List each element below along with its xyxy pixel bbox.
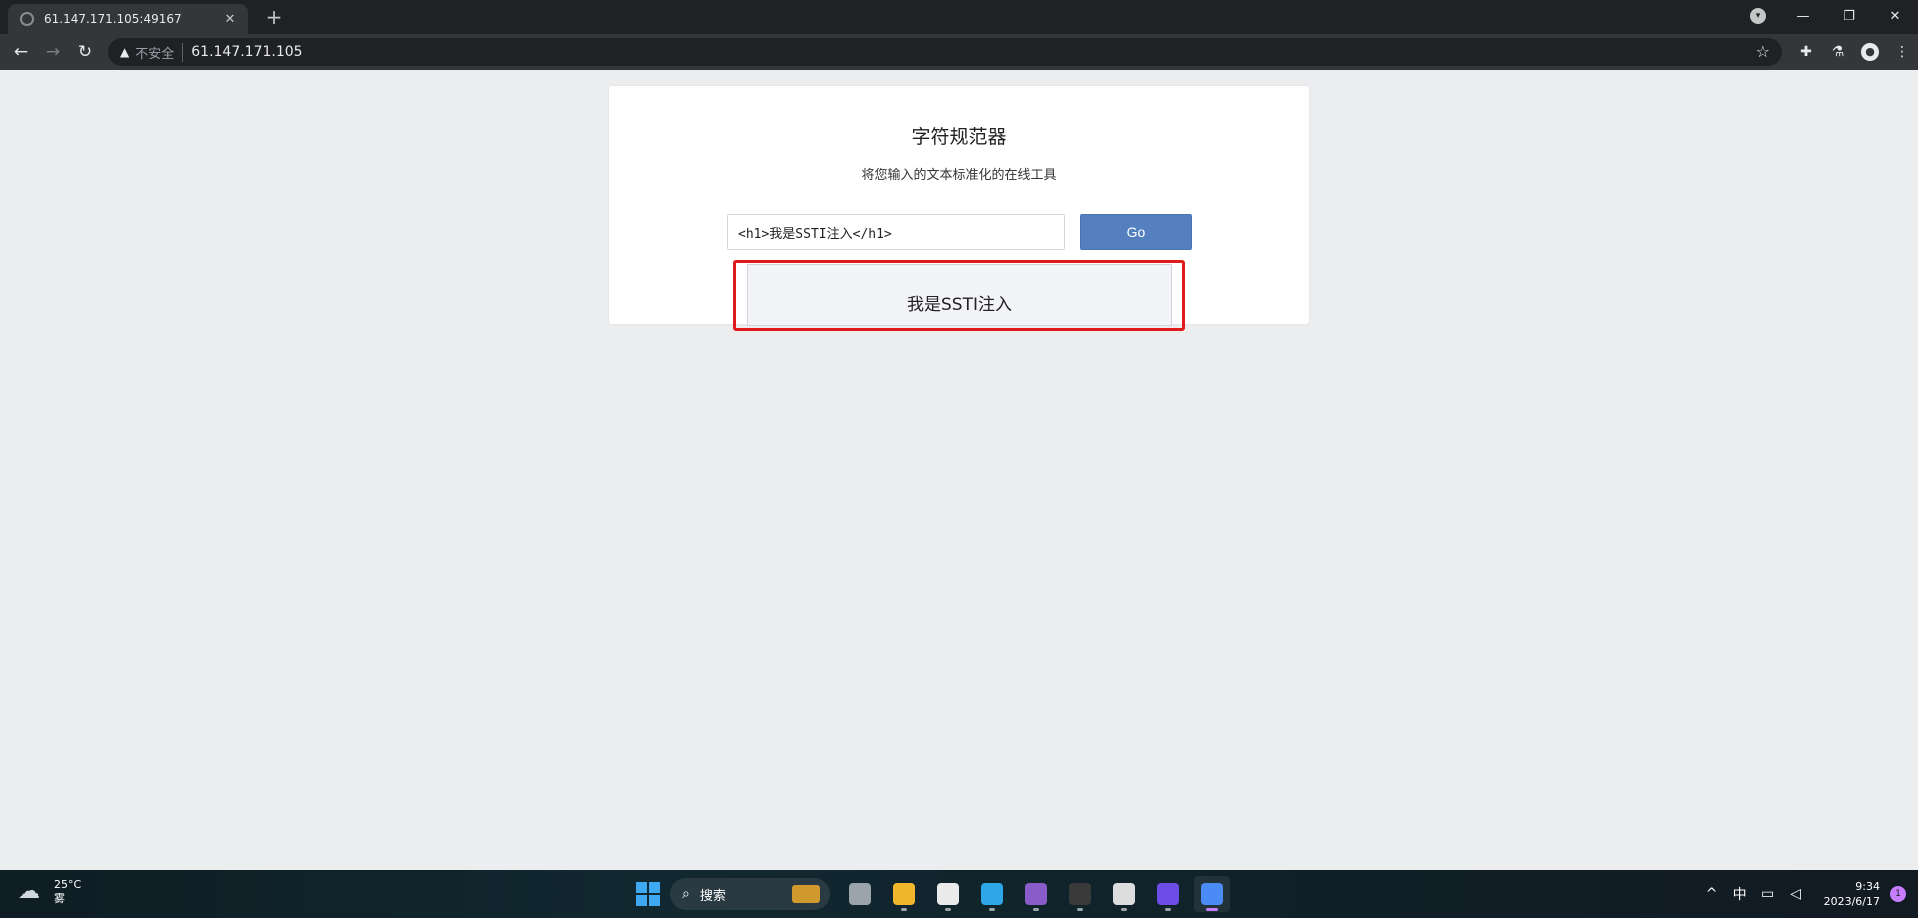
go-button[interactable]: Go [1080,214,1192,250]
globe-icon [20,12,34,26]
chevron-up-icon[interactable]: ^ [1698,886,1726,902]
edge-icon-glyph [981,883,1003,905]
terminal-icon[interactable] [1062,876,1098,912]
text-input[interactable] [727,214,1065,250]
profile-avatar-icon[interactable]: ● [1861,43,1879,61]
tab-title: 61.147.171.105:49167 [44,12,182,26]
microsoft-store-icon-glyph [937,883,959,905]
clock-time: 9:34 [1855,880,1880,893]
file-explorer-icon-glyph [893,883,915,905]
minimize-icon[interactable]: — [1780,9,1826,24]
microsoft-store-icon[interactable] [930,876,966,912]
result-output: 我是SSTI注入 [747,264,1172,326]
weather-condition: 雾 [54,892,65,905]
fog-cloud-icon: ☁ [18,879,40,904]
warning-icon: ▲ [120,45,130,59]
browser-tab[interactable]: 61.147.171.105:49167 ✕ [8,4,248,34]
search-icon: ⌕ [682,886,690,902]
weather-widget[interactable]: ☁ 25°C 雾 [18,878,81,906]
browser-tabstrip: 61.147.171.105:49167 ✕ + ▾ — ❐ ✕ [0,0,1918,34]
close-tab-icon[interactable]: ✕ [222,12,238,27]
forward-icon[interactable]: → [42,42,64,62]
running-indicator [1206,908,1218,911]
file-explorer-icon[interactable] [886,876,922,912]
burp-icon[interactable] [1106,876,1142,912]
page-subtitle: 将您输入的文本标准化的在线工具 [861,168,1057,183]
search-label: 搜索 [699,888,726,904]
clock-date: 2023/6/17 [1823,895,1880,908]
window-controls: ▾ — ❐ ✕ [1750,0,1918,32]
extensions-icon[interactable]: ✚ [1790,44,1822,60]
address-bar[interactable]: ▲ 不安全 61.147.171.105 ☆ [108,38,1782,66]
back-icon[interactable]: ← [10,42,32,62]
running-indicator [1121,908,1127,911]
visual-studio-icon-glyph [1025,883,1047,905]
new-tab-button[interactable]: + [262,6,286,28]
temperature: 25°C [54,878,82,891]
system-tray: ^ 中 ▭ ◁ 9:34 2023/6/17 1 [1698,870,1918,918]
url-text[interactable]: 61.147.171.105 [191,44,302,60]
close-window-icon[interactable]: ✕ [1872,9,1918,24]
labs-flask-icon[interactable]: ⚗ [1822,44,1854,60]
running-indicator [989,908,995,911]
running-indicator [945,908,951,911]
task-view-icon-glyph [849,883,871,905]
network-icon[interactable]: ▭ [1754,886,1782,902]
volume-icon[interactable]: ◁ [1782,886,1810,902]
running-indicator [1033,908,1039,911]
page-title: 字符规范器 [911,126,1007,148]
burp-icon-glyph [1113,883,1135,905]
taskbar-apps: ⌕ 搜索 [636,876,1234,912]
toolbar-actions: ✚ ⚗ ● ⋮ [1790,40,1918,64]
taskbar-search[interactable]: ⌕ 搜索 [670,878,830,910]
task-view-icon[interactable] [842,876,878,912]
restore-icon[interactable]: ❐ [1826,9,1872,24]
ime-indicator[interactable]: 中 [1726,884,1754,904]
visual-studio-icon[interactable] [1018,876,1054,912]
bolt-app-icon[interactable] [1150,876,1186,912]
edge-icon[interactable] [974,876,1010,912]
windows-start-icon[interactable] [636,882,660,906]
chrome-icon[interactable] [1194,876,1230,912]
chrome-icon-glyph [1201,883,1223,905]
menu-kebab-icon[interactable]: ⋮ [1886,44,1918,60]
running-indicator [1165,908,1171,911]
running-indicator [901,908,907,911]
terminal-icon-glyph [1069,883,1091,905]
bookmark-star-icon[interactable]: ☆ [1756,42,1770,61]
browser-toolbar: ← → ↻ ▲ 不安全 61.147.171.105 ☆ ✚ ⚗ ● ⋮ [0,34,1918,70]
taskbar: ☁ 25°C 雾 ⌕ 搜索 ^ 中 ▭ ◁ 9:34 2023/6/17 1 [0,870,1918,918]
security-label[interactable]: 不安全 [135,42,184,62]
clock[interactable]: 9:34 2023/6/17 [1824,879,1880,909]
search-highlight-icon [792,885,820,903]
tab-search-icon[interactable]: ▾ [1750,8,1766,24]
notification-badge[interactable]: 1 [1890,886,1906,902]
bolt-app-icon-glyph [1157,883,1179,905]
reload-icon[interactable]: ↻ [74,42,96,62]
running-indicator [1077,908,1083,911]
